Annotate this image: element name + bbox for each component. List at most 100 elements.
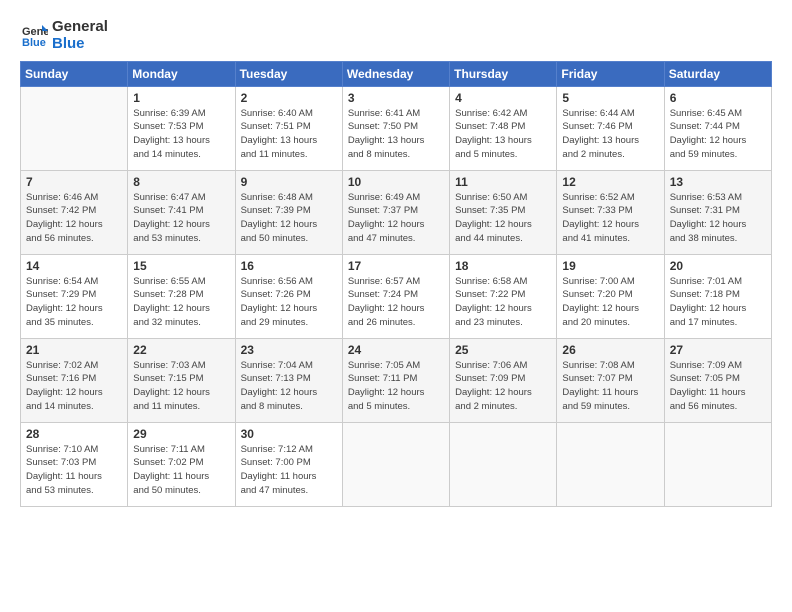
day-detail: Sunrise: 6:39 AMSunset: 7:53 PMDaylight:…: [133, 107, 229, 162]
week-row-3: 14Sunrise: 6:54 AMSunset: 7:29 PMDayligh…: [21, 254, 772, 338]
calendar-cell: 2 Sunrise: 6:40 AMSunset: 7:51 PMDaylight…: [235, 86, 342, 170]
calendar-cell: 22 Sunrise: 7:03 AMSunset: 7:15 PMDayligh…: [128, 338, 235, 422]
day-number: 15: [133, 259, 229, 273]
day-detail: Sunrise: 7:06 AMSunset: 7:09 PMDaylight:…: [455, 359, 551, 414]
day-number: 26: [562, 343, 658, 357]
calendar-cell: 21 Sunrise: 7:02 AMSunset: 7:16 PMDayligh…: [21, 338, 128, 422]
calendar-cell: 5 Sunrise: 6:44 AMSunset: 7:46 PMDaylight…: [557, 86, 664, 170]
day-number: 20: [670, 259, 766, 273]
calendar-cell: [664, 422, 771, 506]
day-detail: Sunrise: 7:05 AMSunset: 7:11 PMDaylight:…: [348, 359, 444, 414]
day-number: 3: [348, 91, 444, 105]
day-number: 27: [670, 343, 766, 357]
calendar-cell: 20Sunrise: 7:01 AMSunset: 7:18 PMDayligh…: [664, 254, 771, 338]
day-detail: Sunrise: 6:56 AMSunset: 7:26 PMDaylight:…: [241, 275, 337, 330]
calendar-cell: [450, 422, 557, 506]
calendar-cell: 9 Sunrise: 6:48 AMSunset: 7:39 PMDaylight…: [235, 170, 342, 254]
day-detail: Sunrise: 6:44 AMSunset: 7:46 PMDaylight:…: [562, 107, 658, 162]
day-detail: Sunrise: 6:55 AMSunset: 7:28 PMDaylight:…: [133, 275, 229, 330]
calendar-cell: 10 Sunrise: 6:49 AMSunset: 7:37 PMDayligh…: [342, 170, 449, 254]
day-number: 13: [670, 175, 766, 189]
day-detail: Sunrise: 6:42 AMSunset: 7:48 PMDaylight:…: [455, 107, 551, 162]
day-detail: Sunrise: 6:45 AMSunset: 7:44 PMDaylight:…: [670, 107, 766, 162]
logo: General Blue General Blue: [20, 18, 108, 53]
calendar-cell: 14Sunrise: 6:54 AMSunset: 7:29 PMDayligh…: [21, 254, 128, 338]
day-number: 1: [133, 91, 229, 105]
day-number: 12: [562, 175, 658, 189]
calendar-cell: [21, 86, 128, 170]
day-detail: Sunrise: 7:08 AMSunset: 7:07 PMDaylight:…: [562, 359, 658, 414]
day-number: 21: [26, 343, 122, 357]
header: General Blue General Blue: [20, 18, 772, 53]
day-number: 29: [133, 427, 229, 441]
day-number: 10: [348, 175, 444, 189]
weekday-header-wednesday: Wednesday: [342, 61, 449, 86]
calendar-cell: 25 Sunrise: 7:06 AMSunset: 7:09 PMDayligh…: [450, 338, 557, 422]
calendar-cell: 29Sunrise: 7:11 AMSunset: 7:02 PMDayligh…: [128, 422, 235, 506]
calendar-table: SundayMondayTuesdayWednesdayThursdayFrid…: [20, 61, 772, 507]
weekday-header-sunday: Sunday: [21, 61, 128, 86]
logo-icon: General Blue: [20, 21, 48, 49]
day-number: 2: [241, 91, 337, 105]
day-number: 24: [348, 343, 444, 357]
calendar-cell: 18 Sunrise: 6:58 AMSunset: 7:22 PMDayligh…: [450, 254, 557, 338]
calendar-cell: 1 Sunrise: 6:39 AMSunset: 7:53 PMDaylight…: [128, 86, 235, 170]
day-detail: Sunrise: 7:03 AMSunset: 7:15 PMDaylight:…: [133, 359, 229, 414]
day-number: 7: [26, 175, 122, 189]
day-detail: Sunrise: 6:49 AMSunset: 7:37 PMDaylight:…: [348, 191, 444, 246]
day-detail: Sunrise: 6:46 AMSunset: 7:42 PMDaylight:…: [26, 191, 122, 246]
day-number: 4: [455, 91, 551, 105]
weekday-header-thursday: Thursday: [450, 61, 557, 86]
day-detail: Sunrise: 7:10 AMSunset: 7:03 PMDaylight:…: [26, 443, 122, 498]
day-number: 28: [26, 427, 122, 441]
day-number: 25: [455, 343, 551, 357]
day-number: 23: [241, 343, 337, 357]
day-number: 9: [241, 175, 337, 189]
day-number: 17: [348, 259, 444, 273]
calendar-cell: 3 Sunrise: 6:41 AMSunset: 7:50 PMDaylight…: [342, 86, 449, 170]
day-detail: Sunrise: 6:41 AMSunset: 7:50 PMDaylight:…: [348, 107, 444, 162]
day-detail: Sunrise: 6:53 AMSunset: 7:31 PMDaylight:…: [670, 191, 766, 246]
day-detail: Sunrise: 7:02 AMSunset: 7:16 PMDaylight:…: [26, 359, 122, 414]
day-number: 30: [241, 427, 337, 441]
calendar-cell: 28 Sunrise: 7:10 AMSunset: 7:03 PMDayligh…: [21, 422, 128, 506]
logo-text: General Blue: [52, 18, 108, 53]
week-row-1: 1 Sunrise: 6:39 AMSunset: 7:53 PMDaylight…: [21, 86, 772, 170]
day-detail: Sunrise: 6:40 AMSunset: 7:51 PMDaylight:…: [241, 107, 337, 162]
week-row-2: 7 Sunrise: 6:46 AMSunset: 7:42 PMDaylight…: [21, 170, 772, 254]
calendar-cell: 12 Sunrise: 6:52 AMSunset: 7:33 PMDayligh…: [557, 170, 664, 254]
calendar-cell: 24 Sunrise: 7:05 AMSunset: 7:11 PMDayligh…: [342, 338, 449, 422]
day-number: 5: [562, 91, 658, 105]
day-number: 19: [562, 259, 658, 273]
week-row-4: 21 Sunrise: 7:02 AMSunset: 7:16 PMDayligh…: [21, 338, 772, 422]
calendar-cell: 23Sunrise: 7:04 AMSunset: 7:13 PMDayligh…: [235, 338, 342, 422]
weekday-header-saturday: Saturday: [664, 61, 771, 86]
calendar-cell: 19 Sunrise: 7:00 AMSunset: 7:20 PMDayligh…: [557, 254, 664, 338]
calendar-cell: 16 Sunrise: 6:56 AMSunset: 7:26 PMDayligh…: [235, 254, 342, 338]
calendar-cell: 11Sunrise: 6:50 AMSunset: 7:35 PMDayligh…: [450, 170, 557, 254]
day-detail: Sunrise: 6:57 AMSunset: 7:24 PMDaylight:…: [348, 275, 444, 330]
calendar-cell: 17 Sunrise: 6:57 AMSunset: 7:24 PMDayligh…: [342, 254, 449, 338]
day-number: 16: [241, 259, 337, 273]
day-detail: Sunrise: 7:12 AMSunset: 7:00 PMDaylight:…: [241, 443, 337, 498]
day-detail: Sunrise: 6:50 AMSunset: 7:35 PMDaylight:…: [455, 191, 551, 246]
calendar-cell: 15 Sunrise: 6:55 AMSunset: 7:28 PMDayligh…: [128, 254, 235, 338]
day-number: 8: [133, 175, 229, 189]
day-number: 18: [455, 259, 551, 273]
calendar-cell: 7 Sunrise: 6:46 AMSunset: 7:42 PMDaylight…: [21, 170, 128, 254]
day-number: 22: [133, 343, 229, 357]
week-row-5: 28 Sunrise: 7:10 AMSunset: 7:03 PMDayligh…: [21, 422, 772, 506]
day-detail: Sunrise: 7:00 AMSunset: 7:20 PMDaylight:…: [562, 275, 658, 330]
calendar-cell: 13 Sunrise: 6:53 AMSunset: 7:31 PMDayligh…: [664, 170, 771, 254]
calendar-cell: 8Sunrise: 6:47 AMSunset: 7:41 PMDaylight…: [128, 170, 235, 254]
weekday-header-tuesday: Tuesday: [235, 61, 342, 86]
calendar-cell: 27 Sunrise: 7:09 AMSunset: 7:05 PMDayligh…: [664, 338, 771, 422]
weekday-header-friday: Friday: [557, 61, 664, 86]
day-number: 6: [670, 91, 766, 105]
day-detail: Sunrise: 6:52 AMSunset: 7:33 PMDaylight:…: [562, 191, 658, 246]
day-detail: Sunrise: 7:09 AMSunset: 7:05 PMDaylight:…: [670, 359, 766, 414]
day-detail: Sunrise: 6:58 AMSunset: 7:22 PMDaylight:…: [455, 275, 551, 330]
svg-text:Blue: Blue: [22, 37, 46, 49]
day-detail: Sunrise: 6:48 AMSunset: 7:39 PMDaylight:…: [241, 191, 337, 246]
calendar-cell: [342, 422, 449, 506]
